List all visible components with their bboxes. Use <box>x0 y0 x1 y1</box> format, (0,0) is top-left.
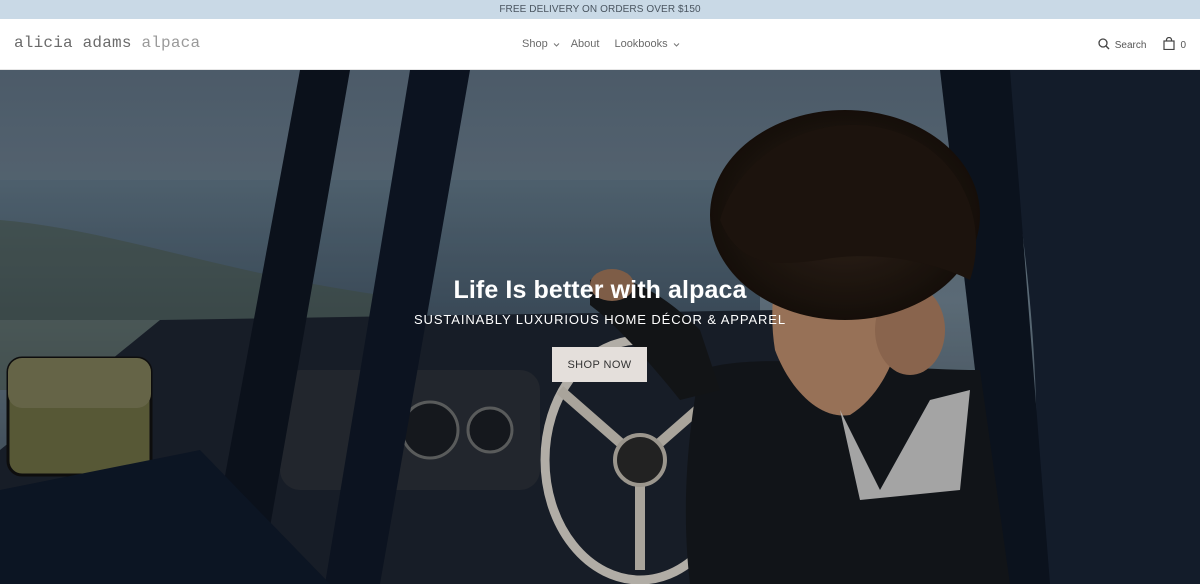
nav-item-about[interactable]: About <box>571 38 600 50</box>
nav-item-label: Lookbooks <box>614 38 668 50</box>
cart-button[interactable]: 0 <box>1163 36 1186 53</box>
main-nav: Shop About Lookbooks <box>522 38 680 50</box>
hero-overlay <box>0 70 1200 584</box>
header-utility: Search 0 <box>1098 36 1200 53</box>
search-button[interactable]: Search <box>1098 37 1147 53</box>
hero-subtitle: SUSTAINABLY LUXURIOUS HOME DÉCOR & APPAR… <box>413 312 787 327</box>
announcement-text: FREE DELIVERY ON ORDERS OVER $150 <box>499 4 701 15</box>
logo-main-text: alicia adams <box>14 34 132 52</box>
shop-now-button[interactable]: SHOP NOW <box>552 347 647 382</box>
hero-banner: Life Is better with alpaca SUSTAINABLY L… <box>0 70 1200 584</box>
site-header: alicia adams alpaca Shop About Lookbooks… <box>0 19 1200 70</box>
hero-title: Life Is better with alpaca <box>453 276 747 304</box>
logo-light-text: alpaca <box>141 34 201 52</box>
shopping-bag-icon <box>1163 36 1180 53</box>
announcement-bar: FREE DELIVERY ON ORDERS OVER $150 <box>0 0 1200 19</box>
chevron-down-icon <box>673 41 680 48</box>
search-label: Search <box>1114 39 1147 51</box>
search-icon <box>1098 37 1115 53</box>
nav-item-label: About <box>570 38 600 50</box>
cart-count: 0 <box>1180 39 1186 51</box>
nav-item-shop[interactable]: Shop <box>522 38 560 50</box>
nav-item-lookbooks[interactable]: Lookbooks <box>614 38 680 50</box>
site-logo[interactable]: alicia adams alpaca <box>14 34 200 52</box>
chevron-down-icon <box>553 41 560 48</box>
nav-item-label: Shop <box>522 38 548 50</box>
